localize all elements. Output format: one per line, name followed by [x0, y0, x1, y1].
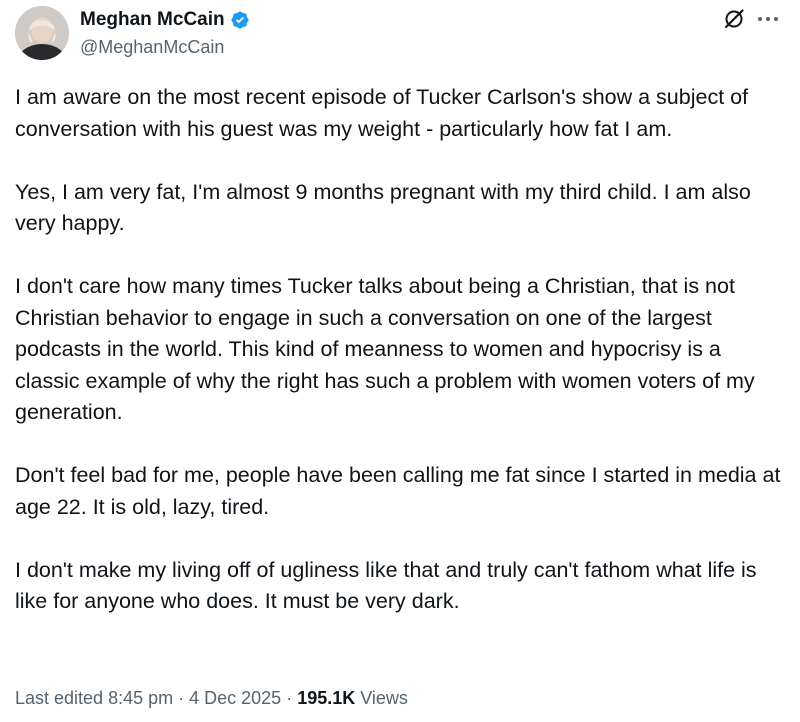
tweet-meta: Last edited 8:45 pm · 4 Dec 2025 · 195.1… [15, 685, 408, 711]
grok-icon[interactable] [723, 8, 745, 30]
name-row: Meghan McCain [80, 8, 250, 32]
verified-badge-icon[interactable] [230, 10, 250, 30]
display-name[interactable]: Meghan McCain [80, 8, 225, 32]
tweet: Meghan McCain @MeghanMcCain I am aware o… [0, 0, 800, 722]
tweet-text: I am aware on the most recent episode of… [15, 82, 790, 618]
avatar[interactable] [15, 6, 69, 60]
handle[interactable]: @MeghanMcCain [80, 35, 250, 59]
edited-label[interactable]: Last edited 8:45 pm [15, 688, 173, 708]
tweet-paragraph: I don't make my living off of ugliness l… [15, 557, 757, 614]
meta-separator: · [281, 688, 298, 708]
views-label: Views [355, 688, 408, 708]
avatar-image [15, 6, 69, 60]
tweet-paragraph: I am aware on the most recent episode of… [15, 85, 749, 141]
tweet-paragraph: Yes, I am very fat, I'm almost 9 months … [15, 179, 751, 236]
more-options-icon[interactable] [756, 12, 780, 26]
tweet-paragraph: I don't care how many times Tucker talks… [15, 274, 755, 424]
views-count: 195.1K [297, 688, 356, 708]
tweet-paragraph: Don't feel bad for me, people have been … [15, 463, 781, 519]
tweet-date[interactable]: 4 Dec 2025 [189, 688, 281, 708]
meta-separator: · [173, 688, 190, 708]
author-block: Meghan McCain @MeghanMcCain [80, 8, 250, 59]
